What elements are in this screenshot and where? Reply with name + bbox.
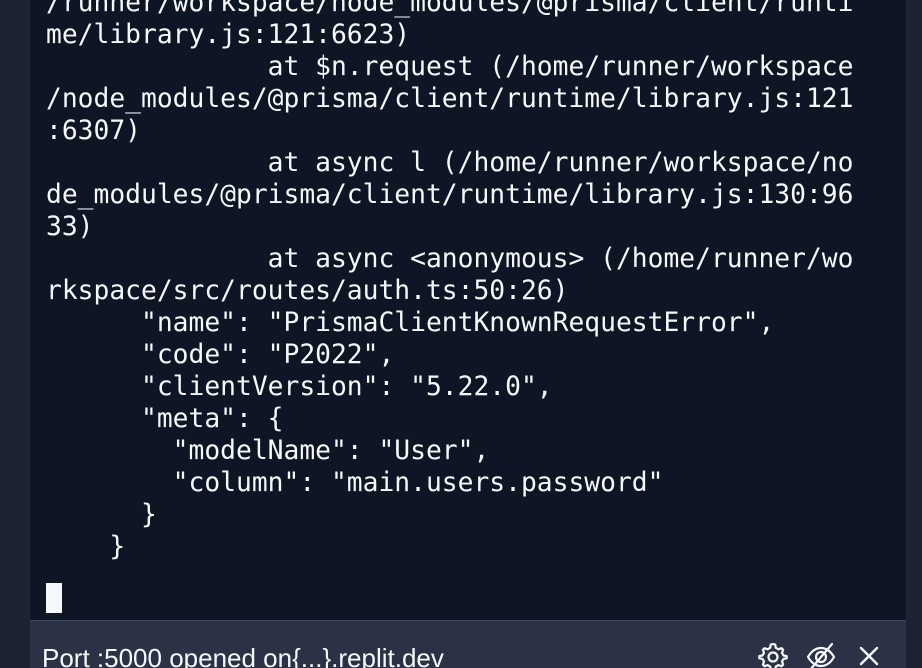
terminal-line: de_modules/@prisma/client/runtime/librar… <box>46 180 854 210</box>
workspace: /runner/workspace/node_modules/@prisma/c… <box>0 0 922 668</box>
terminal-line: "name": "PrismaClientKnownRequestError", <box>46 308 775 338</box>
terminal-line: :6307) <box>46 116 141 146</box>
terminal-line: at $n.request (/home/runner/workspace <box>46 52 854 82</box>
terminal-line: } <box>46 500 157 530</box>
panel-gutter <box>906 0 922 668</box>
terminal-output: /runner/workspace/node_modules/@prisma/c… <box>46 0 876 563</box>
close-icon <box>854 641 884 668</box>
eye-off-icon <box>805 641 837 668</box>
port-message: Port :5000 opened on{...}.replit.dev <box>42 643 444 668</box>
terminal-line: "column": "main.users.password" <box>46 468 664 498</box>
terminal-line: /runner/workspace/node_modules/@prisma/c… <box>46 0 854 18</box>
terminal-line: at async l (/home/runner/workspace/no <box>46 148 854 178</box>
terminal-pane[interactable]: /runner/workspace/node_modules/@prisma/c… <box>30 0 906 620</box>
terminal-line: /node_modules/@prisma/client/runtime/lib… <box>46 84 854 114</box>
terminal-line: rkspace/src/routes/auth.ts:50:26) <box>46 276 569 306</box>
close-button[interactable] <box>852 641 886 668</box>
terminal-line: "clientVersion": "5.22.0", <box>46 372 553 402</box>
port-notification-bar: Port :5000 opened on{...}.replit.dev <box>30 620 906 668</box>
terminal-line: } <box>46 532 126 562</box>
terminal-line: "modelName": "User", <box>46 436 490 466</box>
settings-button[interactable] <box>756 641 790 668</box>
terminal-line: "meta": { <box>46 404 284 434</box>
terminal-line: at async <anonymous> (/home/runner/wo <box>46 244 854 274</box>
terminal-line: me/library.js:121:6623) <box>46 20 411 50</box>
terminal-line: "code": "P2022", <box>46 340 395 370</box>
terminal-cursor <box>46 583 62 613</box>
terminal-line: 33) <box>46 212 94 242</box>
hide-preview-button[interactable] <box>804 641 838 668</box>
gear-icon <box>757 641 789 668</box>
